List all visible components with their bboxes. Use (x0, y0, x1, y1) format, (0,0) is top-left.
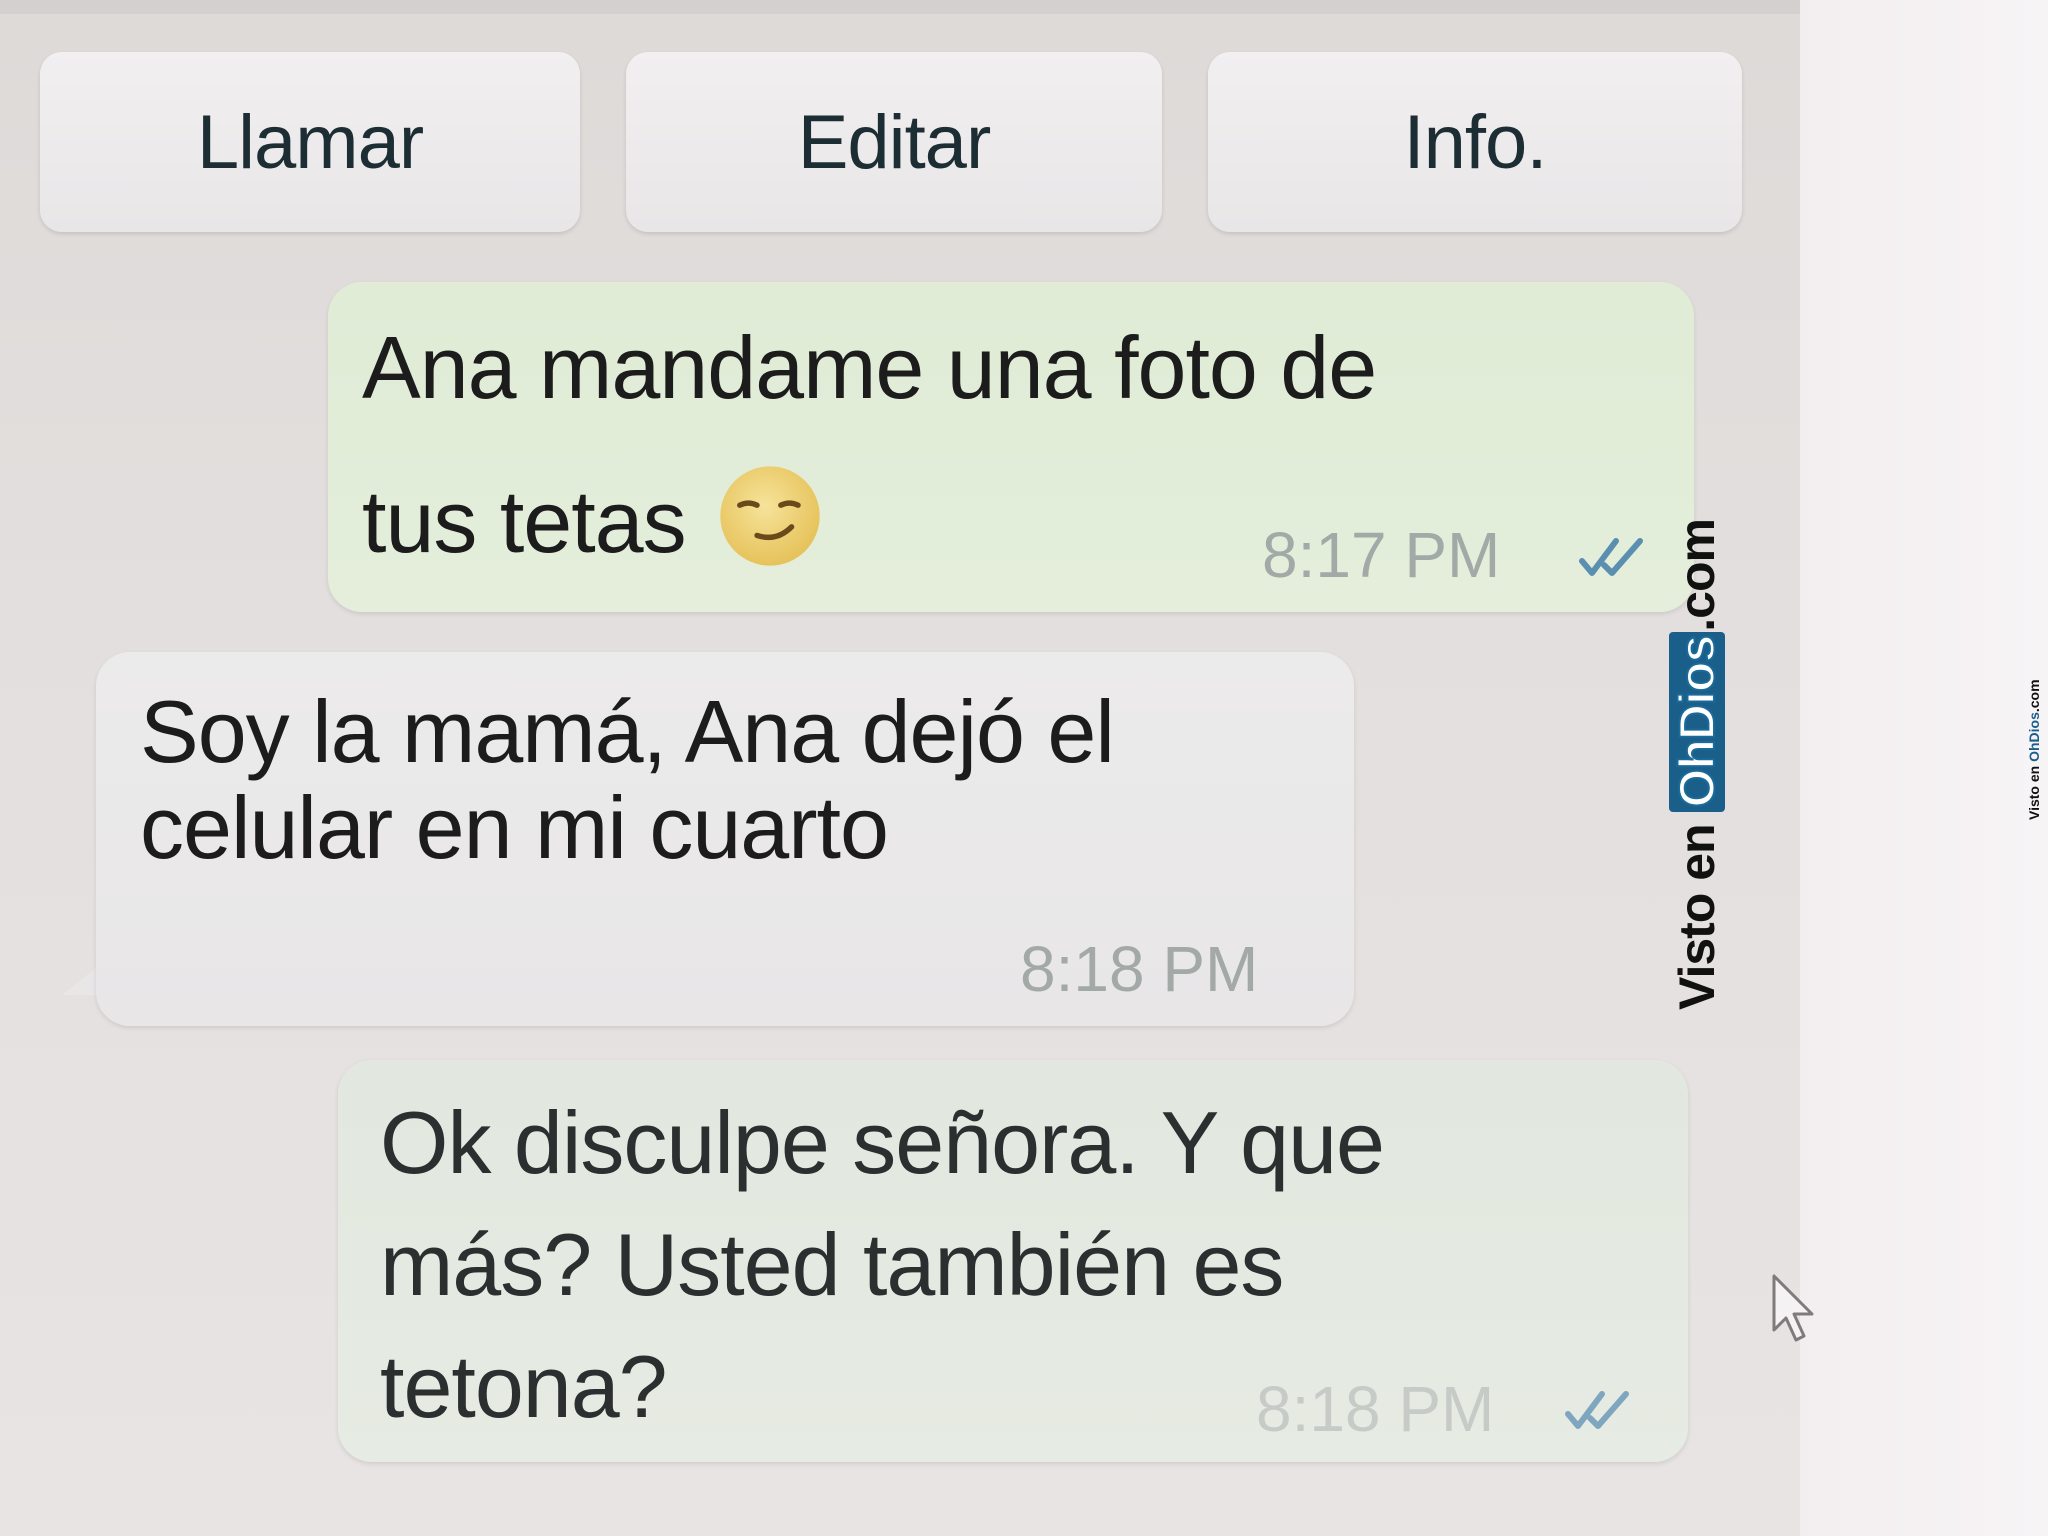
chat-screen: Llamar Editar Info. Ana mandame una foto… (0, 0, 1800, 1536)
edit-button-label: Editar (797, 99, 992, 185)
message-line: tetona? (380, 1337, 668, 1436)
watermark-small-suffix: .com (2026, 679, 2042, 713)
info-button-label: Info. (1403, 99, 1548, 185)
message-line: Ok disculpe señora. Y que (380, 1093, 1385, 1192)
message-timestamp: 8:17 PM (1262, 519, 1501, 591)
double-check-icon (1579, 538, 1643, 576)
smirking-face-icon (719, 466, 820, 566)
message-text: Ok disculpe señora. Y que más? Usted tam… (380, 1082, 1385, 1448)
mouse-pointer-icon (1772, 1274, 1814, 1342)
message-text: Soy la mamá, Ana dejó el celular en mi c… (140, 674, 1115, 886)
watermark-suffix: .com (1669, 519, 1725, 632)
watermark-small-text: Visto en OhDios.com (2026, 679, 2042, 820)
double-check-icon (1565, 1391, 1629, 1429)
watermark-small-prefix: Visto en (2026, 761, 2042, 820)
message-line: Ana mandame una foto de (362, 318, 1377, 417)
call-button-label: Llamar (196, 99, 424, 185)
watermark-small-brand: OhDios (2026, 712, 2042, 762)
info-button[interactable]: Info. (1208, 52, 1742, 232)
message-line-text: tus tetas (362, 472, 687, 571)
watermark-brand: OhDios (1668, 631, 1726, 812)
watermark-text: Visto en OhDios.com (1668, 519, 1726, 1010)
watermark-prefix: Visto en (1669, 811, 1725, 1010)
message-timestamp: 8:18 PM (1020, 933, 1259, 1005)
monitor-bezel (1780, 0, 2048, 1536)
status-bar-edge (0, 0, 1800, 14)
edit-button[interactable]: Editar (626, 52, 1162, 232)
message-text: Ana mandame una foto de tus tetas (362, 310, 1377, 580)
call-button[interactable]: Llamar (40, 52, 580, 232)
message-line: más? Usted también es (380, 1215, 1284, 1314)
message-line: tus tetas (362, 462, 1376, 580)
message-timestamp: 8:18 PM (1256, 1373, 1495, 1445)
